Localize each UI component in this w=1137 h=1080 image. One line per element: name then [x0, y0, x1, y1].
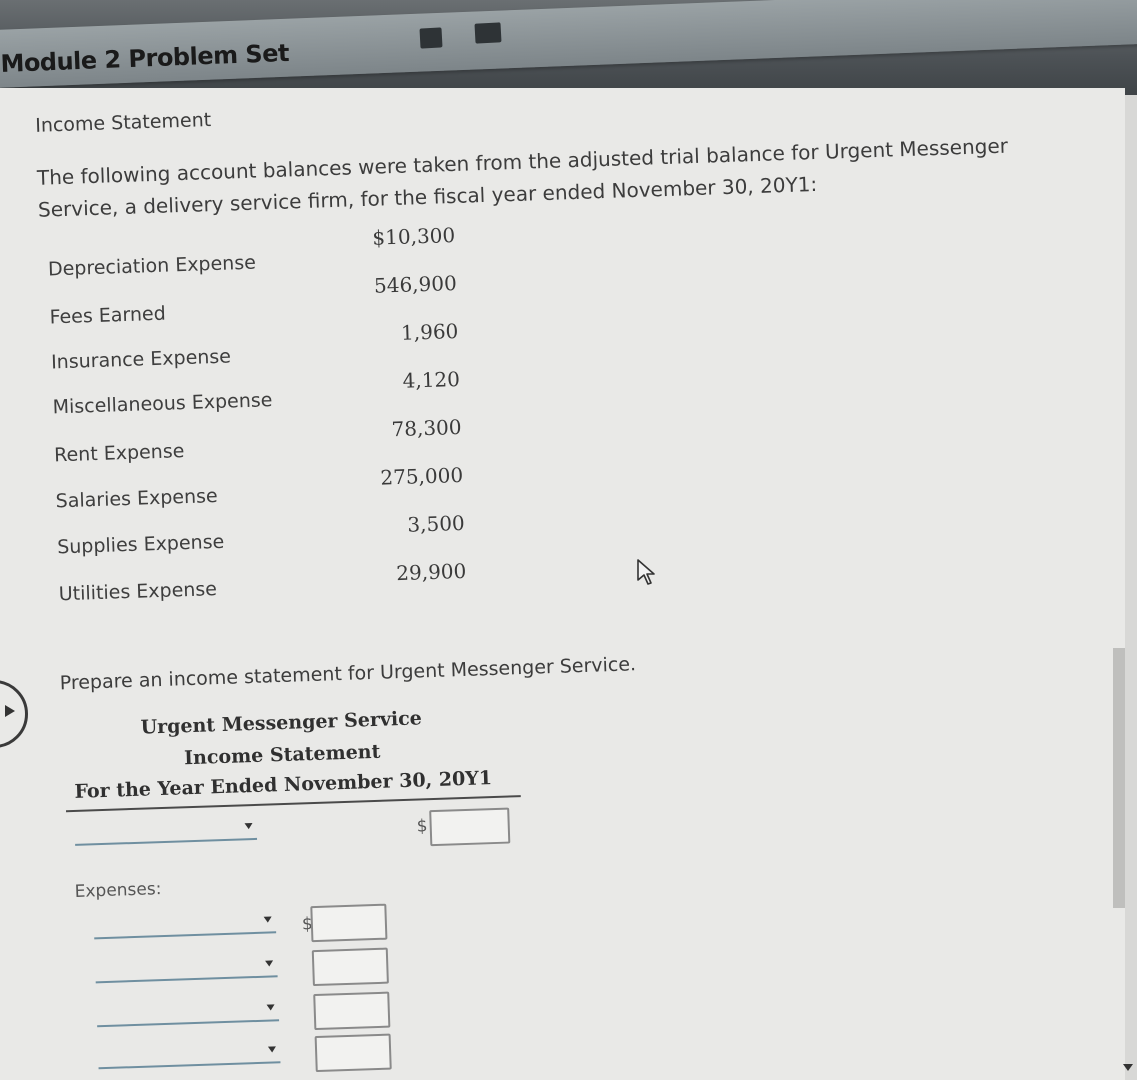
expense-account-dropdown[interactable] [93, 909, 277, 940]
bookmark-icon[interactable] [419, 27, 443, 49]
scrollbar[interactable] [1113, 648, 1125, 908]
account-name: Rent Expense [53, 440, 185, 467]
problem-page: Income Statement The following account b… [0, 88, 1125, 1080]
mouse-pointer-icon [637, 559, 655, 585]
account-name: Fees Earned [49, 302, 167, 329]
chevron-down-icon [266, 1004, 275, 1011]
account-value: 4,120 [402, 366, 461, 393]
dollar-sign: $ [416, 816, 428, 837]
account-value: $10,300 [372, 222, 456, 250]
account-name: Salaries Expense [55, 485, 218, 513]
statement-title: Income Statement [183, 740, 381, 770]
video-icon[interactable] [474, 22, 502, 44]
account-name: Utilities Expense [58, 578, 218, 606]
section-label: Income Statement [34, 109, 212, 137]
account-name: Supplies Expense [56, 530, 225, 559]
account-value: 1,960 [400, 318, 459, 345]
chevron-down-icon [263, 916, 272, 923]
chevron-right-icon [5, 705, 15, 717]
scroll-down-icon[interactable] [1122, 1062, 1134, 1072]
problem-content: Income Statement The following account b… [0, 52, 1133, 1080]
chevron-down-icon [265, 960, 274, 967]
account-value: 29,900 [395, 558, 467, 586]
expense-account-dropdown[interactable] [97, 1039, 281, 1070]
account-name: Miscellaneous Expense [52, 389, 273, 419]
expense-amount-input[interactable] [314, 1033, 392, 1073]
expense-account-dropdown[interactable] [94, 953, 278, 984]
account-value: 3,500 [407, 510, 466, 537]
chevron-down-icon [267, 1046, 277, 1053]
account-name: Insurance Expense [50, 345, 232, 374]
account-name: Depreciation Expense [47, 251, 257, 281]
statement-company: Urgent Messenger Service [140, 707, 423, 739]
expense-amount-input[interactable] [313, 991, 391, 1031]
account-value: 546,900 [373, 270, 458, 298]
expenses-label: Expenses: [74, 879, 162, 902]
expense-account-dropdown[interactable] [96, 997, 280, 1028]
expense-amount-input[interactable] [310, 903, 388, 943]
instruction-text: Prepare an income statement for Urgent M… [59, 653, 637, 695]
account-value: 275,000 [380, 462, 464, 490]
account-value: 78,300 [391, 414, 462, 442]
expense-amount-input[interactable] [311, 947, 389, 987]
revenue-amount-input[interactable] [429, 807, 511, 847]
revenue-account-dropdown[interactable] [74, 815, 258, 846]
chevron-down-icon [244, 823, 253, 830]
